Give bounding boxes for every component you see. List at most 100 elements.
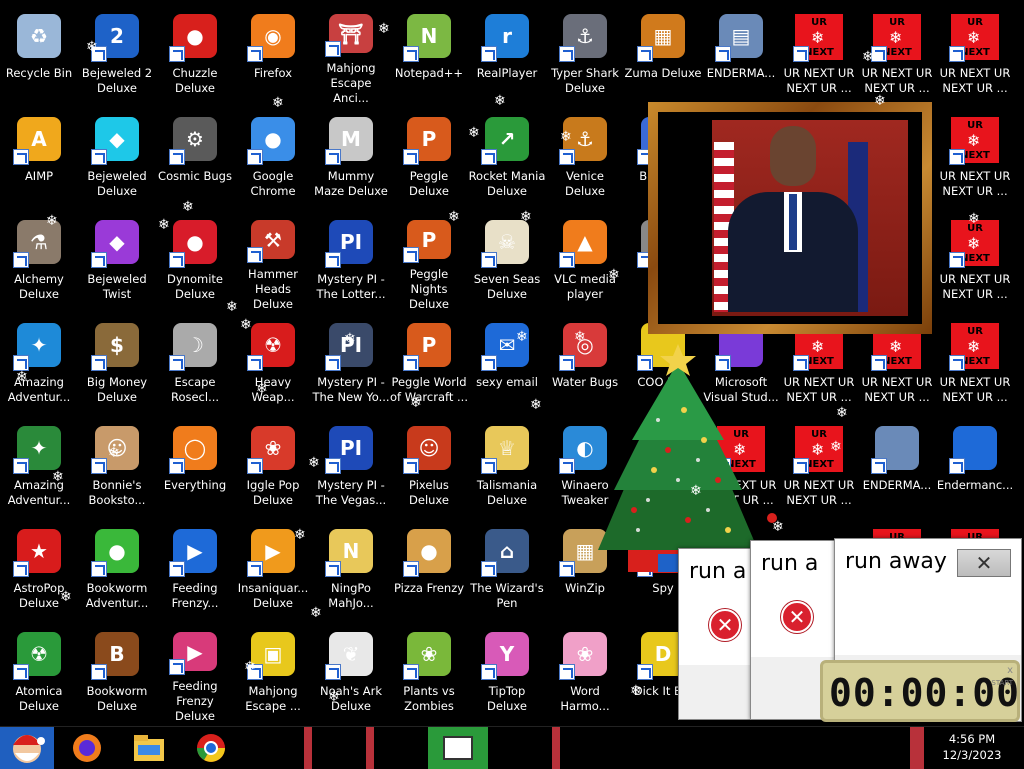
ur-next-icon[interactable]: UR❄NEXT UR NEXT UR NEXT UR ... [858, 4, 936, 106]
icon-label: UR NEXT UR NEXT UR ... [861, 66, 933, 95]
desktop-icon[interactable]: PI Mystery PI - The Lotter... [312, 210, 390, 312]
shortcut-arrow-icon [637, 46, 653, 62]
timer-start-button[interactable]: START [991, 679, 1013, 687]
desktop-icon[interactable]: PI Mystery PI - The New Yo... [312, 313, 390, 415]
icon-label: Pizza Frenzy [393, 581, 465, 595]
desktop-icon[interactable]: ♕ Talismania Deluxe [468, 416, 546, 518]
desktop-icon[interactable]: ☺ Pixelus Deluxe [390, 416, 468, 518]
desktop-icon[interactable]: ▶ Feeding Frenzy Deluxe [156, 622, 234, 724]
desktop-icon[interactable]: ● Google Chrome [234, 107, 312, 209]
desktop-icon[interactable]: r RealPlayer [468, 4, 546, 106]
shortcut-arrow-icon [403, 247, 419, 263]
chrome-taskbar-button[interactable] [190, 727, 232, 769]
icon-label: Mystery PI - The New Yo... [312, 375, 390, 404]
desktop-icon[interactable]: ▲ VLC media player [546, 210, 624, 312]
desktop-icon[interactable]: ▤ ENDERMA... [702, 4, 780, 106]
desktop-icon[interactable]: ✦ Amazing Adventur... [0, 313, 78, 415]
desktop-icon[interactable]: ☠ Seven Seas Deluxe [468, 210, 546, 312]
shortcut-arrow-icon [169, 149, 185, 165]
ur-next-icon[interactable]: UR❄NEXT UR NEXT UR NEXT UR ... [936, 210, 1014, 312]
desktop-icon[interactable]: ✉ sexy email [468, 313, 546, 415]
desktop-icon[interactable]: ↗ Rocket Mania Deluxe [468, 107, 546, 209]
desktop-icon[interactable]: ⚒ Hammer Heads Deluxe [234, 210, 312, 312]
ur-next-icon[interactable]: UR❄NEXT UR NEXT UR NEXT UR ... [936, 107, 1014, 209]
desktop-icon[interactable]: M Mummy Maze Deluxe [312, 107, 390, 209]
desktop-icon[interactable]: ⚓ Venice Deluxe [546, 107, 624, 209]
icon-label: Firefox [253, 66, 293, 80]
desktop-icon[interactable]: ◆ Bejeweled Deluxe [78, 107, 156, 209]
desktop-icon[interactable]: ENDERMA... [858, 416, 936, 518]
desktop-icon[interactable]: ⌂ The Wizard's Pen [468, 519, 546, 621]
close-button[interactable]: ✕ [957, 549, 1011, 577]
warning-tile-icon: UR❄NEXT [949, 321, 999, 371]
icon-label: sexy email [476, 375, 538, 389]
desktop-icon[interactable]: PI Mystery PI - The Vegas... [312, 416, 390, 518]
desktop-icon[interactable]: ❀ Plants vs Zombies [390, 622, 468, 724]
desktop-icon[interactable]: ● Bookworm Adventur... [78, 519, 156, 621]
desktop-icon[interactable]: ❀ Word Harmo... [546, 622, 624, 724]
timer-close-button[interactable]: x [1007, 665, 1013, 676]
desktop-icon[interactable]: ⛩ Mahjong Escape Anci... [312, 4, 390, 106]
desktop-icon[interactable]: ✦ Amazing Adventur... [0, 416, 78, 518]
system-clock[interactable]: 4:56 PM 12/3/2023 [942, 731, 1002, 763]
shortcut-arrow-icon [637, 664, 653, 680]
file-explorer-taskbar-button[interactable] [126, 727, 172, 769]
desktop-icon[interactable]: N Notepad++ [390, 4, 468, 106]
desktop-icon[interactable]: ♻ Recycle Bin [0, 4, 78, 106]
countdown-timer[interactable]: 00:00:00 START x [820, 660, 1020, 722]
icon-label: Seven Seas Deluxe [473, 272, 541, 301]
desktop-icon[interactable]: ⚗ Alchemy Deluxe [0, 210, 78, 312]
app-taskbar-button[interactable] [428, 727, 488, 769]
desktop-icon[interactable]: ▦ Zuma Deluxe [624, 4, 702, 106]
ur-next-icon[interactable]: UR❄NEXT UR NEXT UR NEXT UR ... [780, 416, 858, 518]
icon-label: Noah's Ark Deluxe [319, 684, 383, 713]
desktop-icon[interactable]: Y TipTop Deluxe [468, 622, 546, 724]
icon-label: NingPo MahJo... [328, 581, 374, 610]
desktop-icon[interactable]: ▣ Mahjong Escape ... [234, 622, 312, 724]
desktop[interactable]: ♻ Recycle Bin 2 Bejeweled 2 Deluxe ● Chuzzle … [0, 0, 1024, 726]
desktop-icon[interactable]: 2 Bejeweled 2 Deluxe [78, 4, 156, 106]
shortcut-arrow-icon [247, 355, 263, 371]
icon-label: UR NEXT UR NEXT UR ... [939, 272, 1011, 301]
desktop-icon[interactable]: ⚙ Cosmic Bugs [156, 107, 234, 209]
desktop-icon[interactable]: ▶ Feeding Frenzy... [156, 519, 234, 621]
desktop-icon[interactable]: ◯ Everything [156, 416, 234, 518]
ur-next-icon[interactable]: UR❄NEXT UR NEXT UR NEXT UR ... [936, 313, 1014, 415]
firefox-taskbar-button[interactable] [66, 727, 108, 769]
shortcut-arrow-icon [169, 458, 185, 474]
desktop-icon[interactable]: ☢ Heavy Weap... [234, 313, 312, 415]
picture-frame[interactable] [648, 102, 932, 334]
chrome-icon [197, 734, 225, 762]
desktop-icon[interactable]: ❦ Noah's Ark Deluxe [312, 622, 390, 724]
desktop-icon[interactable]: P Peggle Nights Deluxe [390, 210, 468, 312]
desktop-icon[interactable]: ● Dynomite Deluxe [156, 210, 234, 312]
ur-next-icon[interactable]: UR❄NEXT UR NEXT UR NEXT UR ... [936, 4, 1014, 106]
desktop-icon[interactable]: ● Chuzzle Deluxe [156, 4, 234, 106]
desktop-icon[interactable]: $ Big Money Deluxe [78, 313, 156, 415]
desktop-icon[interactable]: ⚓ Typer Shark Deluxe [546, 4, 624, 106]
desktop-icon[interactable]: ☢ Atomica Deluxe [0, 622, 78, 724]
desktop-icon[interactable]: ☽ Escape Rosecl... [156, 313, 234, 415]
start-button[interactable] [0, 727, 54, 769]
shortcut-arrow-icon [169, 659, 185, 675]
desktop-icon[interactable]: ❀ Iggle Pop Deluxe [234, 416, 312, 518]
desktop-icon[interactable]: B Bookworm Deluxe [78, 622, 156, 724]
app-icon: P [403, 218, 453, 263]
desktop-icon[interactable]: ▶ Insaniquar... Deluxe [234, 519, 312, 621]
icon-label: Bejeweled 2 Deluxe [81, 66, 153, 95]
icon-label: Peggle World of Warcraft ... [390, 375, 468, 404]
app-icon: ⛩ [325, 12, 375, 57]
desktop-icon[interactable]: Endermanc... [936, 416, 1014, 518]
ur-next-icon[interactable]: UR❄NEXT UR NEXT UR NEXT UR ... [780, 4, 858, 106]
folder-icon [134, 735, 164, 761]
desktop-icon[interactable]: ☺ Bonnie's Booksto... [78, 416, 156, 518]
desktop-icon[interactable]: P Peggle Deluxe [390, 107, 468, 209]
desktop-icon[interactable]: ● Pizza Frenzy [390, 519, 468, 621]
icon-label: Bonnie's Booksto... [88, 478, 146, 507]
desktop-icon[interactable]: A AIMP [0, 107, 78, 209]
desktop-icon[interactable]: N NingPo MahJo... [312, 519, 390, 621]
desktop-icon[interactable]: ◆ Bejeweled Twist [78, 210, 156, 312]
desktop-icon[interactable]: ★ AstroPop Deluxe [0, 519, 78, 621]
desktop-icon[interactable]: ◉ Firefox [234, 4, 312, 106]
desktop-icon[interactable]: P Peggle World of Warcraft ... [390, 313, 468, 415]
